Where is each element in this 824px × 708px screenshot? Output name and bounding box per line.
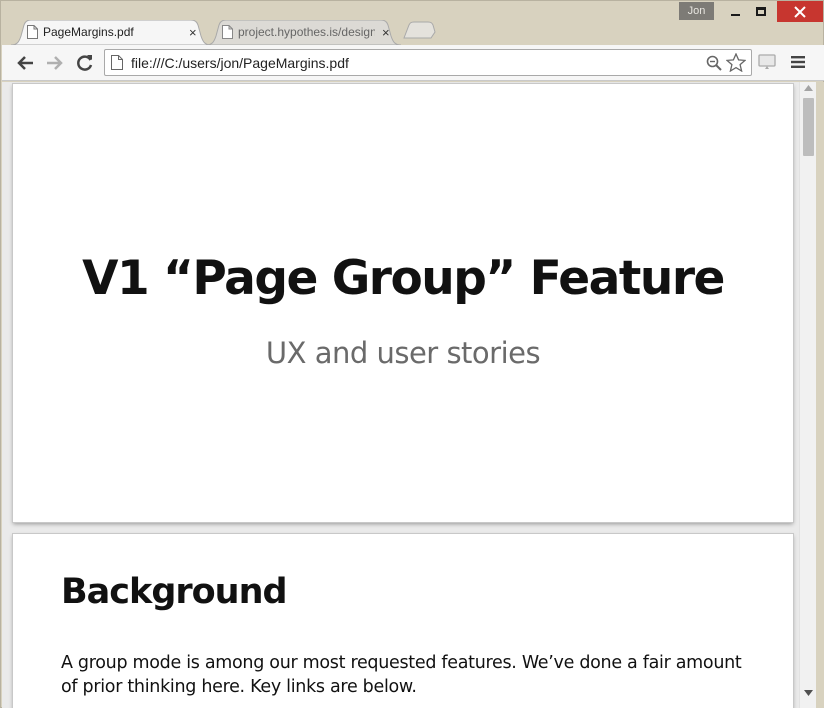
- new-tab-button[interactable]: [401, 20, 437, 45]
- scroll-down-arrow-icon[interactable]: [804, 690, 813, 696]
- document-icon: [222, 25, 233, 39]
- new-tab-icon: [403, 21, 436, 39]
- back-arrow-icon: [17, 56, 33, 70]
- pdf-page-1: V1 “Page Group” Feature UX and user stor…: [13, 84, 793, 522]
- cast-button[interactable]: [758, 54, 776, 75]
- cast-icon: [758, 54, 776, 69]
- scrollbar-thumb[interactable]: [803, 98, 814, 156]
- tab-close-icon[interactable]: ×: [189, 26, 197, 39]
- back-button[interactable]: [14, 53, 36, 73]
- star-icon[interactable]: [726, 53, 746, 72]
- pdf-viewer[interactable]: V1 “Page Group” Feature UX and user stor…: [2, 82, 824, 708]
- chrome-menu-button[interactable]: [791, 55, 805, 74]
- section-heading: Background: [61, 572, 288, 612]
- page-icon: [111, 55, 123, 70]
- forward-arrow-icon: [47, 56, 63, 70]
- paragraph-line: A group mode is among our most requested…: [61, 653, 742, 673]
- browser-window: Jon PageMargins.pdf × project.hypothes.i…: [0, 0, 824, 708]
- url-text[interactable]: file:///C:/users/jon/PageMargins.pdf: [131, 55, 349, 71]
- scroll-up-arrow-icon[interactable]: [804, 85, 813, 91]
- pdf-page-2: Background A group mode is among our mos…: [13, 534, 793, 708]
- minimize-icon: [730, 13, 740, 16]
- maximize-button[interactable]: [747, 1, 775, 22]
- paragraph-line: of prior thinking here. Key links are be…: [61, 677, 417, 697]
- address-bar[interactable]: file:///C:/users/jon/PageMargins.pdf: [104, 49, 752, 76]
- maximize-icon: [756, 7, 766, 16]
- tab-hypothesis-design[interactable]: project.hypothes.is/design ×: [206, 20, 401, 45]
- document-title: V1 “Page Group” Feature: [82, 251, 725, 306]
- vertical-scrollbar[interactable]: [799, 82, 816, 708]
- minimize-button[interactable]: [721, 1, 749, 22]
- tab-close-icon[interactable]: ×: [382, 26, 390, 39]
- forward-button[interactable]: [44, 53, 66, 73]
- tab-pagemargins[interactable]: PageMargins.pdf ×: [11, 20, 211, 45]
- menu-icon: [791, 56, 805, 68]
- zoom-icon[interactable]: [706, 55, 722, 71]
- tab-title: project.hypothes.is/design: [238, 25, 375, 39]
- reload-button[interactable]: [74, 53, 96, 73]
- reload-icon: [77, 55, 93, 71]
- close-window-button[interactable]: [777, 1, 823, 22]
- tab-title: PageMargins.pdf: [43, 25, 134, 39]
- browser-toolbar: file:///C:/users/jon/PageMargins.pdf: [2, 45, 824, 81]
- window-border: [816, 82, 824, 708]
- document-subtitle: UX and user stories: [265, 336, 541, 370]
- close-icon: [794, 5, 806, 18]
- profile-button[interactable]: Jon: [679, 2, 714, 20]
- body-paragraph: A group mode is among our most requested…: [61, 651, 761, 699]
- document-icon: [27, 25, 38, 39]
